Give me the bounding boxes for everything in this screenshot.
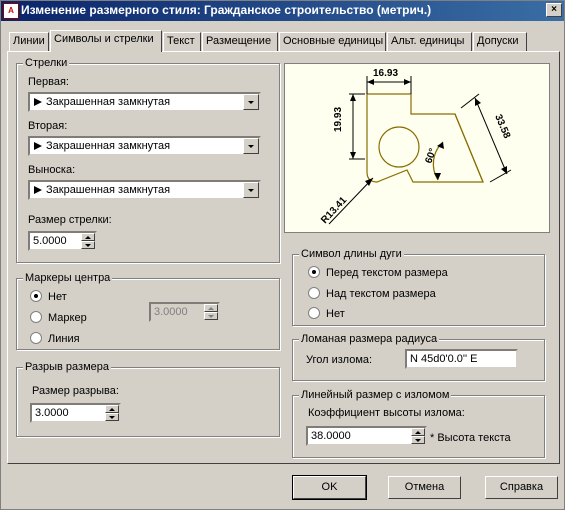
center-mark-size-value: 3.0000 [154,306,188,318]
center-mark-none-label: Нет [48,291,67,303]
arc-above-radio[interactable]: Над текстом размера [308,287,436,300]
app-icon: A [3,3,19,19]
jog-factor-label: Коэффициент высоты излома: [308,407,465,419]
radio-icon [308,287,320,299]
tab-alternate-units[interactable]: Альт. единицы [387,32,472,51]
break-size-value: 3.0000 [35,407,69,419]
second-arrow-select[interactable]: Закрашенная замкнутая [28,136,261,156]
arc-before-label: Перед текстом размера [326,267,448,279]
spin-up-icon[interactable] [204,304,218,312]
arrowhead-icon [404,79,411,85]
arc-length-legend: Символ длины дуги [299,248,404,260]
center-mark-none-radio[interactable]: Нет [30,290,67,303]
jog-angle-label: Угол излома: [306,354,373,366]
arrowheads-legend: Стрелки [23,57,70,69]
center-mark-mark-label: Маркер [48,312,87,324]
spin-down-icon[interactable] [204,312,218,320]
tab-fit[interactable]: Размещение [202,32,278,51]
cancel-button[interactable]: Отмена [388,476,461,499]
dialog-window: A Изменение размерного стиля: Гражданско… [0,0,565,510]
spin-down-icon[interactable] [105,413,119,421]
jog-factor-stepper[interactable]: 38.0000 [306,426,427,446]
ok-button[interactable]: OK [292,475,367,500]
arrowhead-icon [434,173,441,180]
arc-none-label: Нет [326,308,345,320]
leader-arrow-value: Закрашенная замкнутая [46,184,171,196]
arrow-size-label: Размер стрелки: [28,214,112,226]
first-arrow-select[interactable]: Закрашенная замкнутая [28,92,261,112]
dim-radius-text: R13.41 [319,195,349,226]
radio-icon [308,307,320,319]
center-mark-line-radio[interactable]: Линия [30,332,80,345]
linear-jog-legend: Линейный размер с изломом [299,389,452,401]
chevron-down-icon[interactable] [243,94,259,110]
arc-none-radio[interactable]: Нет [308,307,345,320]
arrowhead-icon [350,152,356,159]
spin-up-icon[interactable] [105,405,119,413]
dim-top-text: 16.93 [373,68,398,79]
first-arrow-value: Закрашенная замкнутая [46,96,171,108]
tab-text[interactable]: Текст [163,32,201,51]
jog-angle-input[interactable]: N 45d0'0.0'' E [405,349,518,369]
tab-symbols-arrows[interactable]: Символы и стрелки [50,30,162,52]
ext-line [489,169,512,183]
radio-icon [308,266,320,278]
title-bar[interactable]: A Изменение размерного стиля: Гражданско… [1,1,564,21]
leader-arrow-select[interactable]: Закрашенная замкнутая [28,180,261,200]
tab-primary-units[interactable]: Основные единицы [279,32,386,51]
arc-above-label: Над текстом размера [326,288,436,300]
dim-left-text: 19.93 [333,107,344,132]
hole-circle [378,126,420,168]
jog-factor-value: 38.0000 [311,430,351,442]
second-arrow-label: Вторая: [28,120,68,132]
dimension-preview-drawing: 16.93 19.93 60° 33.58 R13.41 [319,68,512,226]
chamfer-edge [454,113,484,183]
leader-arrow-label: Выноска: [28,164,76,176]
chevron-down-icon[interactable] [243,182,259,198]
window-title: Изменение размерного стиля: Гражданское … [21,3,432,17]
radio-icon [30,311,42,323]
close-button[interactable]: × [546,3,562,17]
part-outline [366,93,484,183]
arc-before-radio[interactable]: Перед текстом размера [308,266,448,279]
filled-closed-arrow-icon [34,98,42,106]
spin-down-icon[interactable] [81,241,95,249]
radius-jog-legend: Ломаная размера радиуса [299,333,440,345]
second-arrow-value: Закрашенная замкнутая [46,140,171,152]
center-mark-line-label: Линия [48,333,80,345]
dim-diag-text: 33.58 [492,113,512,141]
jog-factor-suffix: * Высота текста [430,432,511,444]
filled-closed-arrow-icon [34,186,42,194]
center-marks-legend: Маркеры центра [23,272,113,284]
dim-break-group: Разрыв размера [16,361,280,437]
chevron-down-icon[interactable] [243,138,259,154]
break-size-stepper[interactable]: 3.0000 [30,403,121,423]
tab-lines[interactable]: Линии [9,32,49,51]
radio-icon [30,290,42,302]
radio-icon [30,332,42,344]
tab-tolerances[interactable]: Допуски [473,32,527,51]
preview-pane: 16.93 19.93 60° 33.58 R13.41 [284,63,550,233]
break-size-label: Размер разрыва: [32,385,119,397]
center-mark-mark-radio[interactable]: Маркер [30,311,87,324]
arrowhead-icon [367,79,374,85]
spin-down-icon[interactable] [411,436,425,444]
filled-closed-arrow-icon [34,142,42,150]
spin-up-icon[interactable] [81,233,95,241]
help-button[interactable]: Справка [485,476,558,499]
first-arrow-label: Первая: [28,76,69,88]
arrow-size-value: 5.0000 [33,235,67,247]
arrow-size-stepper[interactable]: 5.0000 [28,231,97,251]
spin-up-icon[interactable] [411,428,425,436]
arrowhead-icon [350,94,356,101]
center-mark-size-stepper[interactable]: 3.0000 [149,302,220,322]
dim-break-legend: Разрыв размера [23,361,112,373]
